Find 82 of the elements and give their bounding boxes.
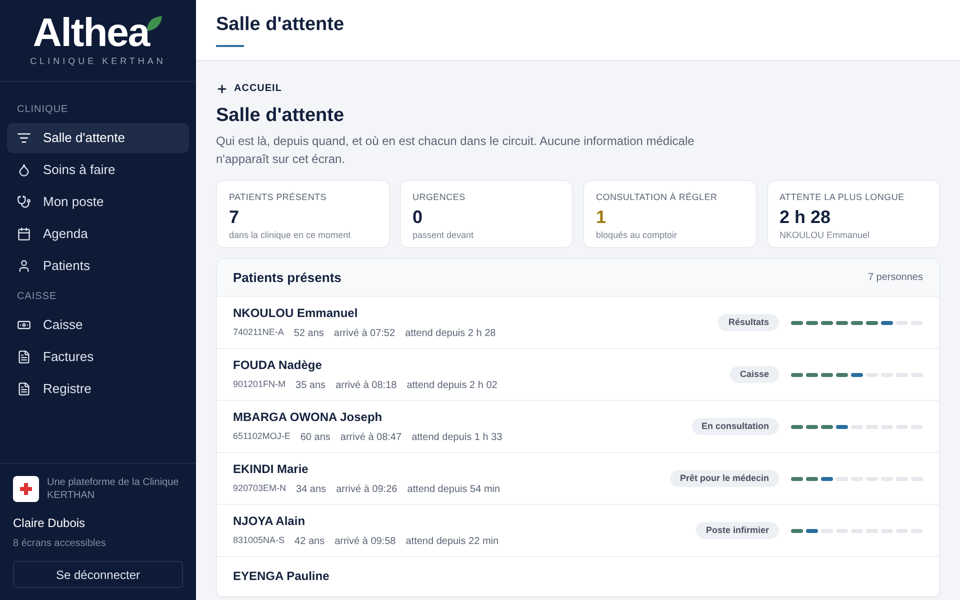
patient-id: 831005NA-S [233,534,285,547]
patient-id: 740211NE-A [233,326,284,339]
arrival-time: arrivé à 09:58 [334,535,396,549]
stat-value: 0 [412,206,424,228]
nav-item[interactable]: Soins à faire [7,155,189,185]
patient-row[interactable]: EKINDI Marie 920703EM-N 34 ans arrivé à 09:26 attend depuis 54 min Prêt pour le médecin [217,453,939,505]
stat-note: passent devant [412,228,475,242]
user-name: Claire Dubois [13,515,86,532]
patient-count: 7 personnes [868,271,923,285]
waiting-time: attend depuis 2 h 28 [405,327,496,341]
logo-subtitle: CLINIQUE KERTHAN [30,54,166,68]
nav-item[interactable]: Patients [7,251,189,281]
document-icon [17,350,31,364]
patient-row[interactable]: MBARGA OWONA Joseph 651102MOJ-E 60 ans arrivé à 08:47 attend depuis 1 h 33 En consultation [217,401,939,453]
patient-id: 651102MOJ-E [233,430,290,443]
stat-label: ATTENTE LA PLUS LONGUE [780,191,906,204]
panel-title: Patients présents [233,268,342,287]
document-icon [17,382,31,396]
patient-age: 42 ans [294,535,325,549]
list-icon [17,131,31,145]
stat-note: bloqués au comptoir [596,228,678,242]
nav-item[interactable]: Agenda [7,219,189,249]
waiting-time: attend depuis 1 h 33 [412,431,502,445]
platform-text: Une plateforme de la Clinique KERTHAN [47,476,180,502]
patient-row[interactable]: FOUDA Nadège 901201FN-M 35 ans arrivé à 08:18 attend depuis 2 h 02 Caisse [217,349,939,401]
page-title: Salle d'attente [216,104,346,128]
calendar-icon [17,227,31,241]
patient-name: EYENGA Pauline [233,568,330,585]
stage-badge: Poste infirmier [696,522,779,540]
stethoscope-icon [17,195,31,209]
nav-item[interactable]: Salle d'attente [7,123,189,153]
waiting-time: attend depuis 22 min [406,535,499,549]
patient-name: FOUDA Nadège [233,357,323,374]
logo-wordmark: Althea [32,12,150,53]
drop-icon [17,163,31,177]
stat-label: CONSULTATION À RÉGLER [596,191,718,204]
stage-badge: En consultation [692,418,779,436]
nav-item[interactable]: Mon poste [7,187,189,217]
patient-age: 60 ans [300,431,330,445]
user-icon [17,259,31,273]
patient-row[interactable]: NJOYA Alain 831005NA-S 42 ans arrivé à 09:58 attend depuis 22 min Poste infirmier [217,505,939,557]
banknote-icon [17,318,31,332]
arrival-time: arrivé à 07:52 [334,327,396,341]
patient-age: 52 ans [294,327,324,341]
stat-value: 7 [229,206,240,228]
patient-id: 901201FN-M [233,378,286,391]
patient-age: 34 ans [296,483,326,497]
stat-note: dans la clinique en ce moment [229,228,352,242]
stage-badge: Prêt pour le médecin [670,470,779,488]
nav-item[interactable]: Registre [7,374,189,404]
header-title: Salle d'attente [216,13,346,37]
nav-section-title: CLINIQUE [16,103,70,117]
patient-name: NKOULOU Emmanuel [233,305,359,322]
nav-item[interactable]: Caisse [7,310,189,340]
arrival-time: arrivé à 08:47 [340,431,402,445]
title-underline [216,45,244,47]
waiting-time: attend depuis 54 min [407,483,500,497]
patient-id: 920703EM-N [233,482,286,495]
clinic-logo [13,476,39,502]
plus-icon [216,82,228,94]
stat-label: PATIENTS PRÉSENTS [229,191,328,204]
patient-name: NJOYA Alain [233,513,306,530]
nav-section-title: CAISSE [16,290,58,304]
patient-row[interactable]: NKOULOU Emmanuel 740211NE-A 52 ans arrivé à 07:52 attend depuis 2 h 28 Résultats [217,297,939,349]
access-text: 8 écrans accessibles [13,537,107,551]
patient-name: MBARGA OWONA Joseph [233,409,384,426]
stage-badge: Résultats [718,314,779,332]
patient-age: 35 ans [296,379,326,393]
breadcrumb-link[interactable]: ACCUEIL [234,81,282,96]
stage-badge: Caisse [730,366,779,384]
logout-button[interactable]: Se déconnecter [13,561,183,588]
arrival-time: arrivé à 09:26 [336,483,398,497]
stat-label: URGENCES [412,191,466,204]
patient-name: EKINDI Marie [233,461,310,478]
patient-row[interactable]: EYENGA Pauline [217,557,939,597]
nav-item[interactable]: Factures [7,342,189,372]
waiting-time: attend depuis 2 h 02 [406,379,498,393]
stat-value: 2 h 28 [780,206,832,228]
stat-value: 1 [596,206,608,228]
page-description: Qui est là, depuis quand, et où en est chacun dans le circuit. Aucune information médicale n'apparaît sur cet écran. [216,133,696,168]
stat-note: NKOULOU Emmanuel [780,228,871,242]
arrival-time: arrivé à 08:18 [336,379,397,393]
